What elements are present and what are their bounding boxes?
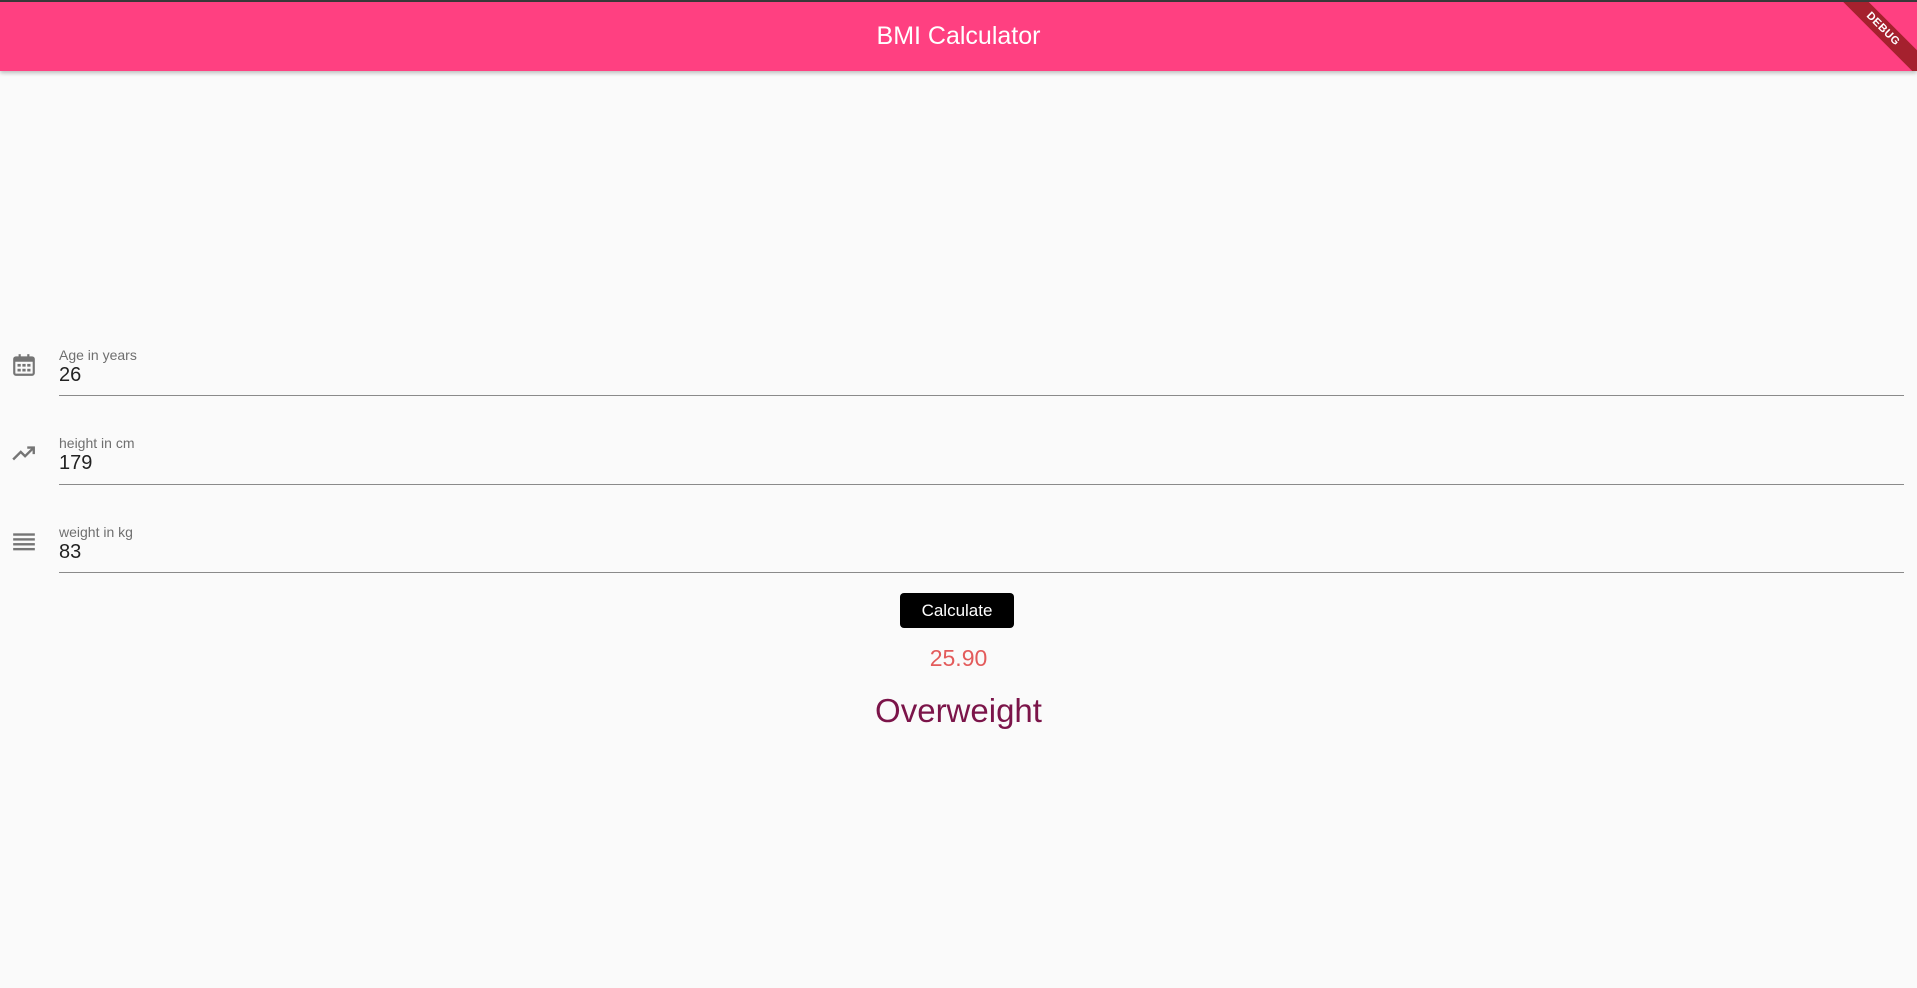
age-field: Age in years xyxy=(0,340,1917,400)
app-title: BMI Calculator xyxy=(876,22,1041,50)
bmi-result-value: 25.90 xyxy=(929,645,988,671)
trending-up-icon xyxy=(11,440,37,466)
weight-label: weight in kg xyxy=(59,524,133,540)
height-field: height in cm xyxy=(0,429,1917,489)
bmi-category-label: Overweight xyxy=(875,692,1042,729)
calculate-button[interactable]: Calculate xyxy=(900,593,1014,628)
weight-underline xyxy=(59,572,1904,573)
lines-icon xyxy=(11,529,37,555)
age-input[interactable] xyxy=(59,362,1904,388)
app-bar: BMI Calculator DEBUG xyxy=(0,2,1917,71)
calendar-icon xyxy=(11,352,37,378)
height-label: height in cm xyxy=(59,435,135,451)
height-underline xyxy=(59,484,1904,485)
weight-field: weight in kg xyxy=(0,518,1917,578)
age-underline xyxy=(59,395,1904,396)
age-label: Age in years xyxy=(59,347,137,363)
height-input[interactable] xyxy=(59,450,1904,476)
weight-input[interactable] xyxy=(59,539,1904,565)
